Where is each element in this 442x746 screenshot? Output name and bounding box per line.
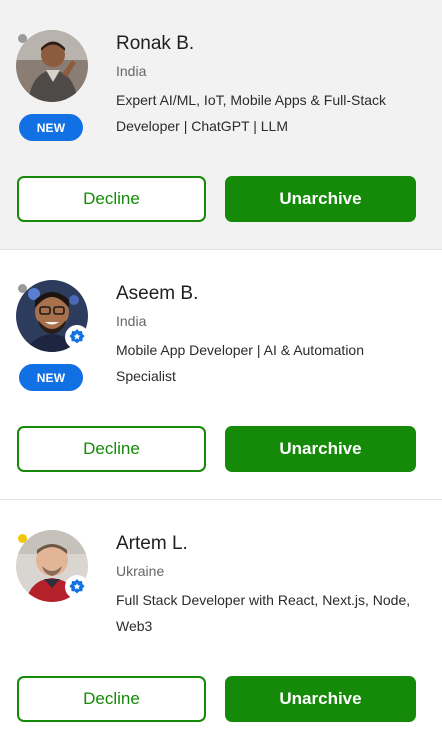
decline-button[interactable]: Decline bbox=[17, 676, 206, 722]
shield-star-icon bbox=[65, 325, 89, 349]
decline-button[interactable]: Decline bbox=[17, 426, 206, 472]
freelancer-country: Ukraine bbox=[116, 563, 165, 579]
freelancer-name[interactable]: Aseem B. bbox=[116, 283, 198, 305]
avatar[interactable] bbox=[16, 30, 88, 102]
new-badge: NEW bbox=[19, 364, 83, 391]
freelancer-name[interactable]: Artem L. bbox=[116, 533, 188, 555]
freelancer-name[interactable]: Ronak B. bbox=[116, 33, 194, 55]
freelancer-card[interactable]: Artem L. Ukraine Full Stack Developer wi… bbox=[0, 500, 442, 746]
unarchive-button[interactable]: Unarchive bbox=[225, 676, 416, 722]
freelancer-card[interactable]: NEW Aseem B. India Mobile App Developer … bbox=[0, 250, 442, 500]
archived-freelancer-list: NEW Ronak B. India Expert AI/ML, IoT, Mo… bbox=[0, 0, 442, 746]
avatar-container[interactable] bbox=[16, 530, 89, 602]
freelancer-title: Expert AI/ML, IoT, Mobile Apps & Full-St… bbox=[116, 92, 386, 134]
unarchive-button[interactable]: Unarchive bbox=[225, 426, 416, 472]
offline-status-dot bbox=[18, 34, 27, 43]
offline-status-dot bbox=[18, 284, 27, 293]
avatar-container[interactable] bbox=[16, 30, 88, 102]
avatar-container[interactable] bbox=[16, 280, 89, 352]
freelancer-title: Mobile App Developer | AI & Automation S… bbox=[116, 342, 365, 384]
shield-star-icon bbox=[65, 575, 89, 599]
unarchive-button[interactable]: Unarchive bbox=[225, 176, 416, 222]
away-status-dot bbox=[18, 534, 27, 543]
freelancer-card[interactable]: NEW Ronak B. India Expert AI/ML, IoT, Mo… bbox=[0, 0, 442, 250]
new-badge: NEW bbox=[19, 114, 83, 141]
decline-button[interactable]: Decline bbox=[17, 176, 206, 222]
freelancer-country: India bbox=[116, 313, 147, 329]
freelancer-title: Full Stack Developer with React, Next.js… bbox=[116, 592, 411, 634]
freelancer-country: India bbox=[116, 63, 147, 79]
